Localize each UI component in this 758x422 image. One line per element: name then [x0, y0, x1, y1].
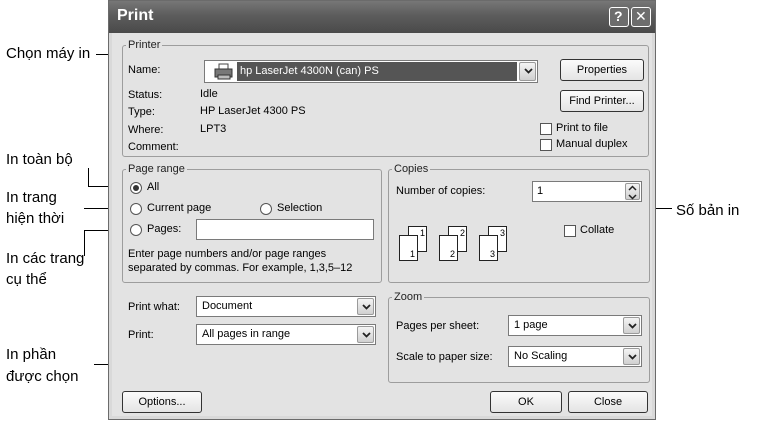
current-page-label[interactable]: Current page	[147, 202, 211, 214]
pages-per-sheet-value: 1 page	[514, 319, 548, 331]
printer-name-select[interactable]: hp LaserJet 4300N (can) PS	[204, 60, 538, 83]
back-page-number: 2	[459, 228, 465, 238]
callout-line	[88, 168, 89, 187]
close-icon: ✕	[635, 8, 647, 24]
status-label: Status:	[128, 89, 163, 101]
help-button[interactable]: ?	[609, 7, 629, 27]
pages-per-sheet-select[interactable]: 1 page	[508, 315, 642, 336]
type-value: HP LaserJet 4300 PS	[200, 105, 306, 117]
print-select[interactable]: All pages in range	[196, 324, 376, 345]
back-page-number: 1	[419, 228, 425, 238]
all-radio-label[interactable]: All	[147, 181, 159, 193]
back-page-number: 3	[499, 228, 505, 238]
print-dropdown-button[interactable]	[357, 326, 374, 343]
pages-input[interactable]	[196, 219, 374, 240]
properties-button[interactable]: Properties	[560, 59, 644, 81]
print-what-dropdown-button[interactable]	[357, 298, 374, 315]
front-page-number: 2	[449, 249, 455, 259]
printer-icon	[214, 63, 233, 80]
options-button[interactable]: Options...	[122, 391, 202, 413]
print-value: All pages in range	[202, 328, 291, 340]
spinner-buttons[interactable]	[625, 183, 640, 200]
number-of-copies-value: 1	[537, 185, 544, 197]
chevron-down-icon	[362, 332, 371, 338]
find-printer-button[interactable]: Find Printer...	[560, 90, 644, 112]
callout-specific-pages-line2: cụ thể	[6, 271, 47, 288]
callout-specific-pages-line1: In các trang	[6, 250, 85, 267]
scale-to-paper-select[interactable]: No Scaling	[508, 346, 642, 367]
pages-radio[interactable]	[130, 224, 142, 236]
pages-hint-line2: separated by commas. For example, 1,3,5–…	[128, 262, 353, 274]
printer-dropdown-button[interactable]	[519, 62, 536, 81]
chevron-down-icon	[362, 304, 371, 310]
pages-per-sheet-label: Pages per sheet:	[396, 320, 480, 332]
callout-selection-line1: In phần	[6, 346, 57, 363]
callout-selection-line2: được chọn	[6, 368, 79, 385]
page-range-legend: Page range	[128, 163, 185, 175]
print-what-value: Document	[202, 300, 253, 312]
collate-illustration: 112233	[399, 226, 529, 266]
print-to-file-label[interactable]: Print to file	[556, 122, 608, 134]
chevron-down-icon	[628, 354, 637, 360]
zoom-group: Zoom	[388, 291, 650, 383]
pages-hint-line1: Enter page numbers and/or page ranges	[128, 248, 327, 260]
type-label: Type:	[128, 106, 155, 118]
copies-legend: Copies	[394, 163, 429, 175]
pages-per-sheet-dropdown-button[interactable]	[623, 317, 640, 334]
pages-label[interactable]: Pages:	[147, 223, 181, 235]
print-what-label: Print what:	[128, 301, 180, 313]
chevron-down-icon	[628, 323, 637, 329]
print-dialog: Print ? ✕ Printer Name: hp LaserJet 4300…	[108, 0, 656, 420]
ok-button[interactable]: OK	[490, 391, 562, 413]
name-label: Name:	[128, 64, 161, 76]
current-page-radio[interactable]	[130, 203, 142, 215]
front-page-number: 3	[489, 249, 495, 259]
close-title-button[interactable]: ✕	[631, 7, 651, 27]
print-what-select[interactable]: Document	[196, 296, 376, 317]
selection-radio[interactable]	[260, 203, 272, 215]
front-page-number: 1	[409, 249, 415, 259]
title-bar[interactable]: Print ? ✕	[109, 1, 655, 33]
print-to-file-checkbox[interactable]	[540, 123, 552, 135]
zoom-legend: Zoom	[394, 291, 423, 303]
spin-up-icon[interactable]	[626, 184, 639, 192]
print-label: Print:	[128, 329, 154, 341]
callout-line	[84, 230, 85, 256]
where-value: LPT3	[200, 123, 227, 135]
dialog-title: Print	[117, 7, 154, 24]
where-label: Where:	[128, 124, 164, 136]
callout-current-page-line2: hiện thời	[6, 210, 65, 227]
collate-page-set-icon: 11	[399, 226, 435, 266]
scale-to-paper-dropdown-button[interactable]	[623, 348, 640, 365]
collate-page-set-icon: 33	[479, 226, 515, 266]
status-value: Idle	[200, 88, 218, 100]
close-button[interactable]: Close	[568, 391, 648, 413]
spin-down-icon[interactable]	[626, 193, 639, 201]
printer-name-value: hp LaserJet 4300N (can) PS	[240, 65, 379, 77]
collate-checkbox[interactable]	[564, 225, 576, 237]
collate-page-set-icon: 22	[439, 226, 475, 266]
manual-duplex-label[interactable]: Manual duplex	[556, 138, 628, 150]
callout-copies: Số bản in	[676, 202, 740, 219]
all-radio[interactable]	[130, 182, 142, 194]
comment-label: Comment:	[128, 141, 179, 153]
number-of-copies-label: Number of copies:	[396, 185, 486, 197]
manual-duplex-checkbox[interactable]	[540, 139, 552, 151]
scale-to-paper-label: Scale to paper size:	[396, 351, 493, 363]
scale-to-paper-value: No Scaling	[514, 350, 568, 362]
selection-label[interactable]: Selection	[277, 202, 322, 214]
printer-legend: Printer	[128, 39, 161, 51]
dialog-body: Printer Name: hp LaserJet 4300N (can) PS…	[112, 33, 652, 416]
callout-print-all: In toàn bộ	[6, 151, 73, 168]
collate-label[interactable]: Collate	[580, 224, 614, 236]
callout-current-page-line1: In trang	[6, 189, 57, 206]
help-icon: ?	[614, 8, 623, 24]
number-of-copies-spinner[interactable]: 1	[532, 181, 642, 202]
chevron-down-icon	[524, 68, 533, 74]
callout-choose-printer: Chọn máy in	[6, 45, 91, 62]
